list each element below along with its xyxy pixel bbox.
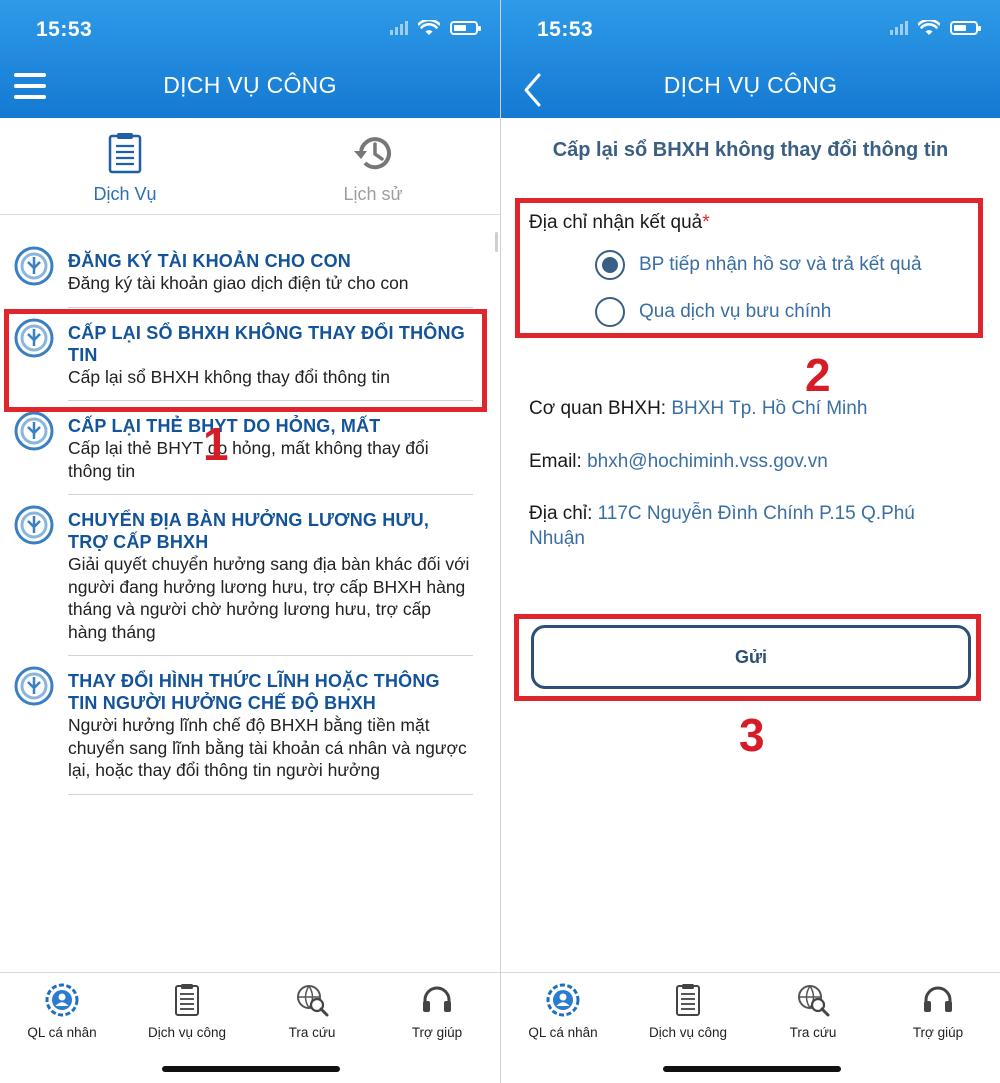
document-list-icon <box>175 984 199 1016</box>
header-title: DỊCH VỤ CÔNG <box>663 72 838 98</box>
battery-icon <box>450 21 481 35</box>
highlight-box-step3 <box>514 614 981 701</box>
step-3-label: 3 <box>739 709 765 761</box>
service-item[interactable]: CẤP LẠI THẺ BHYT DO HỎNG, MẤT Cấp lại th… <box>14 401 473 495</box>
service-title: CẤP LẠI THẺ BHYT DO HỎNG, MẤT <box>68 416 381 436</box>
nav-label: Trợ giúp <box>411 1025 463 1040</box>
service-tabs: Dịch Vụ Lịch sử <box>0 118 500 215</box>
tab-dich-vu[interactable]: Dịch Vụ <box>55 128 195 205</box>
nav-dich-vu-cong[interactable]: Dịch vụ công <box>628 981 748 1040</box>
nav-label: QL cá nhân <box>528 1025 598 1040</box>
form-title: Cấp lại sổ BHXH không thay đổi thông tin <box>552 139 949 161</box>
service-item[interactable]: ĐĂNG KÝ TÀI KHOẢN CHO CON Đăng ký tài kh… <box>14 236 473 308</box>
cellular-signal-icon <box>390 21 408 35</box>
status-icons <box>390 20 481 36</box>
home-indicator <box>663 1066 841 1072</box>
wifi-icon <box>918 20 940 35</box>
service-item[interactable]: THAY ĐỔI HÌNH THỨC LĨNH HOẶC THÔNG TIN N… <box>14 656 473 795</box>
left-screen: 15:53 DỊCH VỤ CÔNG Dịch Vụ Lịch sử ĐĂNG … <box>0 0 500 1083</box>
nav-label: QL cá nhân <box>27 1025 97 1040</box>
nav-label: Trợ giúp <box>912 1025 964 1040</box>
document-list-icon <box>676 984 700 1016</box>
app-header: 15:53 DỊCH VỤ CÔNG <box>501 0 1000 118</box>
status-time: 15:53 <box>537 18 594 41</box>
home-indicator <box>162 1066 340 1072</box>
service-desc: Người hưởng lĩnh chế độ BHXH bằng tiền m… <box>68 715 467 780</box>
document-list-icon <box>108 133 142 174</box>
nav-label: Tra cứu <box>288 1025 336 1040</box>
service-item[interactable]: CHUYỂN ĐỊA BÀN HƯỞNG LƯƠNG HƯU, TRỢ CẤP … <box>14 495 473 656</box>
nav-ql-ca-nhan[interactable]: QL cá nhân <box>503 981 623 1040</box>
app-header: 15:53 DỊCH VỤ CÔNG <box>0 0 500 118</box>
nav-dich-vu-cong[interactable]: Dịch vụ công <box>127 981 247 1040</box>
address-info-label: Địa chỉ: <box>529 503 593 524</box>
cellular-signal-icon <box>890 21 908 35</box>
globe-search-icon <box>798 985 830 1017</box>
highlight-box-step2 <box>515 198 983 338</box>
step-1-label: 1 <box>203 418 229 470</box>
nav-ql-ca-nhan[interactable]: QL cá nhân <box>2 981 122 1040</box>
history-icon <box>354 137 391 170</box>
service-desc: Cấp lại thẻ BHYT do hỏng, mất không thay… <box>68 438 429 481</box>
tab-label: Lịch sử <box>343 184 403 204</box>
service-title: THAY ĐỔI HÌNH THỨC LĨNH HOẶC THÔNG TIN N… <box>68 671 440 713</box>
nav-tro-giup[interactable]: Trợ giúp <box>878 981 998 1040</box>
bhxh-logo-icon <box>14 411 54 451</box>
service-title: CHUYỂN ĐỊA BÀN HƯỞNG LƯƠNG HƯU, TRỢ CẤP … <box>68 510 430 552</box>
step-2-label: 2 <box>805 349 831 401</box>
agency-value: BHXH Tp. Hồ Chí Minh <box>671 398 868 419</box>
tab-lich-su[interactable]: Lịch sử <box>303 128 443 205</box>
globe-search-icon <box>297 985 329 1017</box>
headset-icon <box>924 986 952 1012</box>
headset-icon <box>423 986 451 1012</box>
right-screen: 15:53 DỊCH VỤ CÔNG Cấp lại sổ BHXH không… <box>500 0 1000 1083</box>
agency-info: Cơ quan BHXH: BHXH Tp. Hồ Chí Minh <box>529 396 969 421</box>
header-title: DỊCH VỤ CÔNG <box>163 72 337 98</box>
wifi-icon <box>418 20 440 35</box>
nav-label: Dịch vụ công <box>648 1025 728 1040</box>
bhxh-logo-icon <box>14 246 54 286</box>
nav-tra-cuu[interactable]: Tra cứu <box>753 981 873 1040</box>
bhxh-logo-icon <box>14 666 54 706</box>
nav-label: Tra cứu <box>789 1025 837 1040</box>
status-icons <box>890 20 981 36</box>
service-desc: Giải quyết chuyển hưởng sang địa bàn khá… <box>68 554 470 642</box>
nav-label: Dịch vụ công <box>147 1025 227 1040</box>
status-time: 15:53 <box>36 18 93 41</box>
service-title: ĐĂNG KÝ TÀI KHOẢN CHO CON <box>68 251 351 271</box>
bhxh-logo-icon <box>14 505 54 545</box>
tab-label: Dịch Vụ <box>93 184 157 204</box>
email-label: Email: <box>529 451 582 472</box>
agency-label: Cơ quan BHXH: <box>529 398 667 419</box>
personal-gear-icon <box>45 983 79 1017</box>
address-info: Địa chỉ: 117C Nguyễn Đình Chính P.15 Q.P… <box>529 501 969 551</box>
nav-tro-giup[interactable]: Trợ giúp <box>377 981 497 1040</box>
nav-tra-cuu[interactable]: Tra cứu <box>252 981 372 1040</box>
personal-gear-icon <box>546 983 580 1017</box>
battery-icon <box>950 21 981 35</box>
service-desc: Đăng ký tài khoản giao dịch điện tử cho … <box>68 273 409 293</box>
email-info: Email: bhxh@hochiminh.vss.gov.vn <box>529 449 969 474</box>
highlight-box-step1 <box>4 309 487 412</box>
email-value: bhxh@hochiminh.vss.gov.vn <box>587 451 828 472</box>
